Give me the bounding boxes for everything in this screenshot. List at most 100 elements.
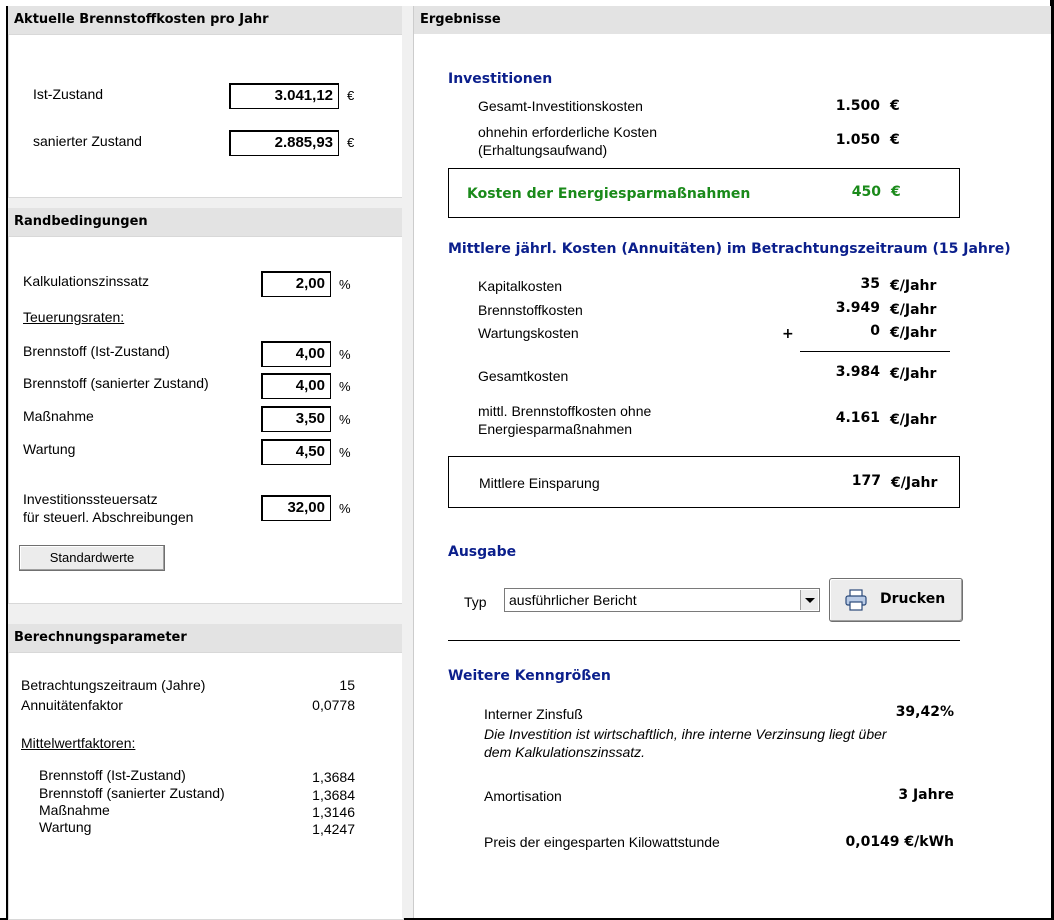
factor-value: 1,3684 (312, 769, 355, 785)
ohnehin-label-1: ohnehin erforderliche Kosten (478, 124, 658, 140)
rate-label-brennstoff-saniert: Brennstoff (sanierter Zustand) (23, 375, 209, 391)
euro-unit: € (891, 184, 901, 200)
steuer-percent: % (339, 501, 351, 516)
gesamtkosten-label: Gesamtkosten (478, 368, 569, 384)
energy-cost-box: Kosten der Energiesparmaßnahmen 450 € (448, 168, 960, 218)
ohnehin-label-2: (Erhaltungsaufwand) (478, 142, 608, 158)
ist-value-field[interactable]: 3.041,12 (229, 83, 339, 109)
zins-field[interactable]: 2,00 (261, 271, 331, 297)
amortisation-label: Amortisation (484, 788, 562, 804)
app-window: Aktuelle Brennstoffkosten pro Jahr Ist-Z… (0, 0, 1051, 920)
results-column: Ergebnisse Investitionen Gesamt-Investit… (413, 6, 1051, 918)
params-header: Berechnungsparameter (8, 624, 404, 652)
conditions-header: Randbedingungen (8, 208, 404, 236)
teuerung-label: Teuerungsraten: (23, 309, 125, 325)
zeitraum-label: Betrachtungszeitraum (Jahre) (21, 677, 206, 693)
saniert-value-field[interactable]: 2.885,93 (229, 130, 339, 156)
rate-field-brennstoff-saniert[interactable]: 4,00 (261, 373, 331, 399)
print-button[interactable]: Drucken (829, 578, 963, 622)
annuity-unit: €/Jahr (890, 325, 937, 341)
amortisation-value: 3 Jahre (898, 787, 954, 803)
euro-unit: € (890, 98, 900, 114)
report-type-value: ausführlicher Bericht (509, 592, 637, 608)
gesamt-invest-value: 1.500 (835, 98, 880, 114)
printer-icon (845, 589, 867, 611)
mittelwert-label: Mittelwertfaktoren: (21, 735, 136, 751)
annuitaet-value: 0,0778 (312, 697, 355, 713)
report-type-select[interactable]: ausführlicher Bericht (504, 588, 820, 612)
column-separator (402, 6, 413, 918)
rate-percent: % (339, 445, 351, 460)
factor-label: Brennstoff (sanierter Zustand) (39, 785, 225, 801)
annuitaet-label: Annuitätenfaktor (21, 697, 123, 713)
saniert-label: sanierter Zustand (33, 133, 142, 149)
zeitraum-value: 15 (339, 677, 355, 693)
rate-field-wartung[interactable]: 4,50 (261, 439, 331, 465)
gesamt-invest-label: Gesamt-Investitionskosten (478, 98, 643, 114)
zins-label: Kalkulationszinssatz (23, 273, 150, 289)
results-header: Ergebnisse (414, 6, 1051, 34)
factor-label: Maßnahme (39, 802, 110, 818)
annuity-unit: €/Jahr (890, 278, 937, 294)
zinsfuss-value: 39,42% (895, 704, 954, 720)
wartung-value: 0 (870, 323, 880, 339)
steuer-field[interactable]: 32,00 (261, 495, 331, 521)
params-panel: Betrachtungszeitraum (Jahre) 15 Annuität… (8, 652, 404, 920)
brennstoff-label: Brennstoffkosten (478, 302, 583, 318)
output-divider (448, 640, 960, 641)
zinsfuss-label: Interner Zinsfuß (484, 706, 583, 722)
kapital-label: Kapitalkosten (478, 278, 563, 294)
fuel-costs-header: Aktuelle Brennstoffkosten pro Jahr (8, 6, 404, 34)
more-heading: Weitere Kenngrößen (448, 668, 611, 684)
ist-label: Ist-Zustand (33, 86, 104, 102)
preis-value: 0,0149 €/kWh (845, 834, 954, 850)
savings-box: Mittlere Einsparung 177 €/Jahr (448, 456, 960, 508)
wartung-label: Wartungskosten (478, 325, 579, 341)
steuer-label-2: für steuerl. Abschreibungen (23, 509, 194, 525)
typ-label: Typ (464, 594, 487, 610)
factor-value: 1,3146 (312, 804, 355, 820)
gesamtkosten-value: 3.984 (835, 364, 880, 380)
annuity-unit: €/Jahr (890, 302, 937, 318)
preis-label: Preis der eingesparten Kilowattstunde (484, 834, 720, 850)
factor-label: Brennstoff (Ist-Zustand) (39, 767, 186, 783)
euro-unit: € (890, 132, 900, 148)
rate-field-brennstoff-ist[interactable]: 4,00 (261, 341, 331, 367)
factor-value: 1,3684 (312, 787, 355, 803)
saniert-unit: € (347, 135, 355, 150)
annuity-unit: €/Jahr (891, 475, 938, 491)
mittl-label-1: mittl. Brennstoffkosten ohne (478, 403, 652, 419)
zins-percent: % (339, 277, 351, 292)
mittl-label-2: Energiesparmaßnahmen (478, 421, 633, 437)
conditions-panel: Kalkulationszinssatz 2,00 % Teuerungsrat… (8, 236, 404, 604)
einsparung-value: 177 (851, 473, 881, 489)
rate-label-massnahme: Maßnahme (23, 408, 94, 424)
rate-percent: % (339, 379, 351, 394)
energy-cost-value: 450 (851, 184, 881, 200)
kapital-value: 35 (860, 276, 880, 292)
zinsfuss-note-2: dem Kalkulationszinssatz. (484, 744, 646, 760)
ohnehin-value: 1.050 (835, 132, 880, 148)
rate-percent: % (339, 347, 351, 362)
brennstoff-value: 3.949 (835, 300, 880, 316)
standard-values-button[interactable]: Standardwerte (19, 545, 165, 571)
chevron-down-icon (805, 598, 815, 603)
steuer-label-1: Investitionssteuersatz (23, 491, 158, 507)
rate-label-brennstoff-ist: Brennstoff (Ist-Zustand) (23, 343, 170, 359)
rate-percent: % (339, 412, 351, 427)
invest-heading: Investitionen (448, 71, 553, 87)
plus-sign: + (782, 326, 794, 342)
annuity-heading: Mittlere jährl. Kosten (Annuitäten) im B… (448, 241, 1011, 257)
factor-value: 1,4247 (312, 821, 355, 837)
fuel-costs-panel: Ist-Zustand 3.041,12 € sanierter Zustand… (8, 34, 404, 198)
annuity-unit: €/Jahr (890, 412, 937, 428)
einsparung-label: Mittlere Einsparung (479, 475, 600, 491)
mittl-value: 4.161 (835, 410, 880, 426)
rate-label-wartung: Wartung (23, 441, 76, 457)
left-column: Aktuelle Brennstoffkosten pro Jahr Ist-Z… (6, 6, 404, 920)
zinsfuss-note-1: Die Investition ist wirtschaftlich, ihre… (484, 726, 887, 742)
annuity-unit: €/Jahr (890, 366, 937, 382)
factor-label: Wartung (39, 819, 92, 835)
dropdown-button[interactable] (800, 590, 818, 610)
rate-field-massnahme[interactable]: 3,50 (261, 406, 331, 432)
